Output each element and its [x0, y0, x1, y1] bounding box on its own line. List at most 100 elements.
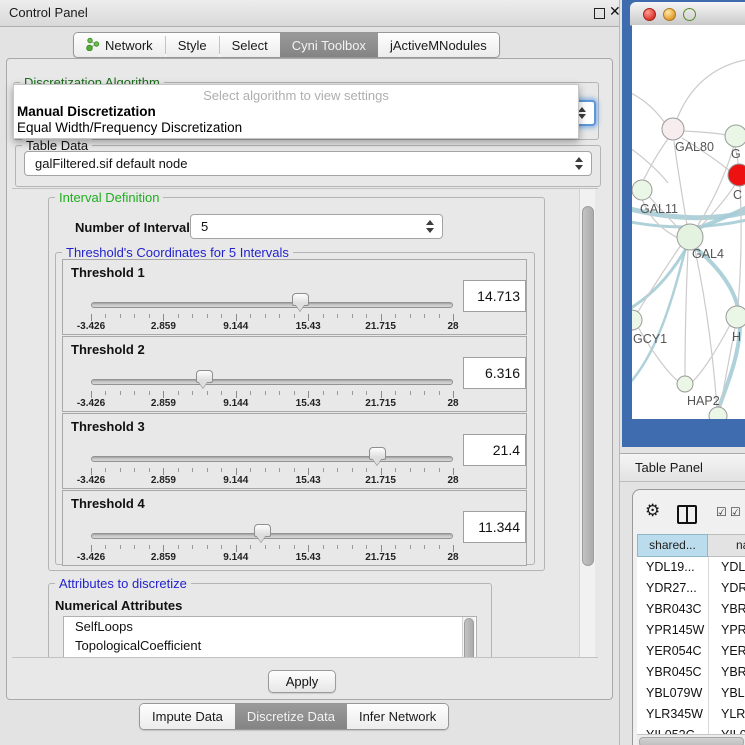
thresholds-group-title: Threshold's Coordinates for 5 Intervals [62, 245, 293, 260]
slider-thumb[interactable] [369, 447, 386, 460]
dropdown-item-manual[interactable]: Manual Discretization [17, 104, 156, 119]
network-icon [86, 37, 100, 54]
checkbox-icon[interactable]: ☑ [716, 506, 727, 518]
column-header-shared-name[interactable]: shared... [637, 534, 708, 557]
table-row[interactable]: YLR345WYLR3 [637, 704, 745, 725]
network-node[interactable] [662, 118, 684, 140]
split-columns-icon[interactable] [677, 505, 697, 524]
attribute-list-item[interactable]: SelfLoops [64, 617, 476, 636]
slider-tick [134, 545, 135, 549]
slider-tick [381, 391, 382, 398]
tab-label: jActiveMNodules [390, 38, 487, 53]
network-window-frame[interactable]: GAL80GCGAL11GAL4GCY1HHAP2 [622, 0, 745, 447]
dropdown-placeholder-item[interactable]: Select algorithm to view settings [14, 88, 578, 103]
network-node-label: C [733, 188, 742, 202]
table-row[interactable]: YPR145WYPR1 [637, 620, 745, 641]
slider-scale-label: 15.43 [296, 321, 321, 332]
slider-tick [366, 391, 367, 395]
table-panel-titlebar: Table Panel [620, 453, 745, 482]
tab-jactivemnodules[interactable]: jActiveMNodules [378, 33, 499, 57]
slider-tick [308, 314, 309, 321]
combo-arrows-icon [574, 152, 584, 175]
threshold-value-field[interactable]: 6.316 [463, 357, 526, 389]
settings-scrollbar[interactable] [579, 189, 595, 657]
slider-tick [250, 545, 251, 549]
tab-cyni-toolbox[interactable]: Cyni Toolbox [280, 33, 378, 57]
slider-thumb[interactable] [292, 293, 309, 306]
network-node[interactable] [709, 407, 727, 419]
table-row[interactable]: YDL19...YDL1 [637, 557, 745, 578]
attribute-list-item[interactable]: BetweennessCentrality [64, 655, 476, 658]
table-horizontal-scrollbar[interactable] [637, 734, 745, 745]
threshold-value-field[interactable]: 14.713 [463, 280, 526, 312]
table-row[interactable]: YBR045CYBR0 [637, 662, 745, 683]
tab-impute-data[interactable]: Impute Data [140, 704, 235, 729]
slider-tick [236, 545, 237, 552]
threshold-value-field[interactable]: 11.344 [463, 511, 526, 543]
slider-tick [91, 391, 92, 398]
table-row[interactable]: YER054CYER0 [637, 641, 745, 662]
table-row[interactable]: YBR043CYBR0 [637, 599, 745, 620]
slider-track[interactable] [91, 456, 453, 462]
slider-tick [381, 545, 382, 552]
tab-infer-network[interactable]: Infer Network [347, 704, 448, 729]
network-node[interactable] [632, 310, 642, 330]
panel-title: Control Panel [9, 5, 88, 20]
close-traffic-light-icon[interactable] [643, 8, 656, 21]
slider-thumb[interactable] [254, 524, 271, 537]
float-window-icon[interactable] [594, 8, 605, 19]
panel-divider [619, 0, 620, 745]
network-node[interactable] [726, 306, 745, 328]
attribute-list-item[interactable]: TopologicalCoefficient [64, 636, 476, 655]
network-node[interactable] [677, 376, 693, 392]
scrollbar-thumb[interactable] [464, 618, 474, 658]
dropdown-item-equal-width[interactable]: Equal Width/Frequency Discretization [17, 120, 242, 135]
scrollbar-thumb[interactable] [639, 737, 744, 745]
control-panel-titlebar: Control Panel ✕ [0, 0, 620, 27]
slider-thumb[interactable] [196, 370, 213, 383]
network-canvas[interactable]: GAL80GCGAL11GAL4GCY1HHAP2 [632, 25, 745, 419]
tab-style[interactable]: Style [166, 33, 219, 57]
scrollbar-thumb[interactable] [582, 206, 594, 566]
slider-tick [192, 391, 193, 395]
tab-network[interactable]: Network [74, 33, 165, 57]
table-row[interactable]: YBL079WYBL0 [637, 683, 745, 704]
cell-name: YBR0 [708, 599, 745, 620]
network-node[interactable] [725, 125, 745, 147]
cell-name: YLR3 [708, 704, 745, 725]
slider-tick [91, 545, 92, 552]
slider-track[interactable] [91, 302, 453, 308]
slider-tick [105, 468, 106, 472]
zoom-traffic-light-icon[interactable] [683, 8, 696, 21]
slider-tick [337, 391, 338, 395]
gear-icon[interactable]: ⚙ [645, 503, 660, 520]
attributes-list-scrollbar[interactable] [462, 617, 475, 658]
slider-tick [134, 468, 135, 472]
column-header-name[interactable]: na [708, 534, 745, 557]
cell-name: YPR1 [708, 620, 745, 641]
table-row[interactable]: YDR27...YDR2 [637, 578, 745, 599]
slider-track[interactable] [91, 533, 453, 539]
slider-tick [163, 391, 164, 398]
slider-tick [279, 391, 280, 395]
network-window-titlebar[interactable] [630, 2, 745, 26]
tab-select[interactable]: Select [220, 33, 280, 57]
network-edge [636, 245, 681, 315]
slider-track[interactable] [91, 379, 453, 385]
network-node-selected[interactable] [728, 164, 745, 186]
apply-button[interactable]: Apply [268, 670, 336, 693]
tab-discretize-data[interactable]: Discretize Data [235, 704, 347, 729]
slider-scale-label: 28 [447, 475, 458, 486]
threshold-panel: Threshold 1-3.4262.8599.14415.4321.71528… [62, 259, 527, 335]
slider-tick [105, 391, 106, 395]
slider-tick [439, 545, 440, 549]
threshold-value-field[interactable]: 21.4 [463, 434, 526, 466]
checkbox-icon[interactable]: ☑ [730, 506, 741, 518]
slider-tick [265, 391, 266, 395]
slider-tick [120, 391, 121, 395]
network-node[interactable] [632, 180, 652, 200]
minimize-traffic-light-icon[interactable] [663, 8, 676, 21]
number-of-intervals-spinner[interactable]: 5 [190, 214, 443, 239]
table-row[interactable]: YIL052CYIL0 [637, 725, 745, 734]
table-data-combobox[interactable]: galFiltered.sif default node [24, 151, 592, 176]
